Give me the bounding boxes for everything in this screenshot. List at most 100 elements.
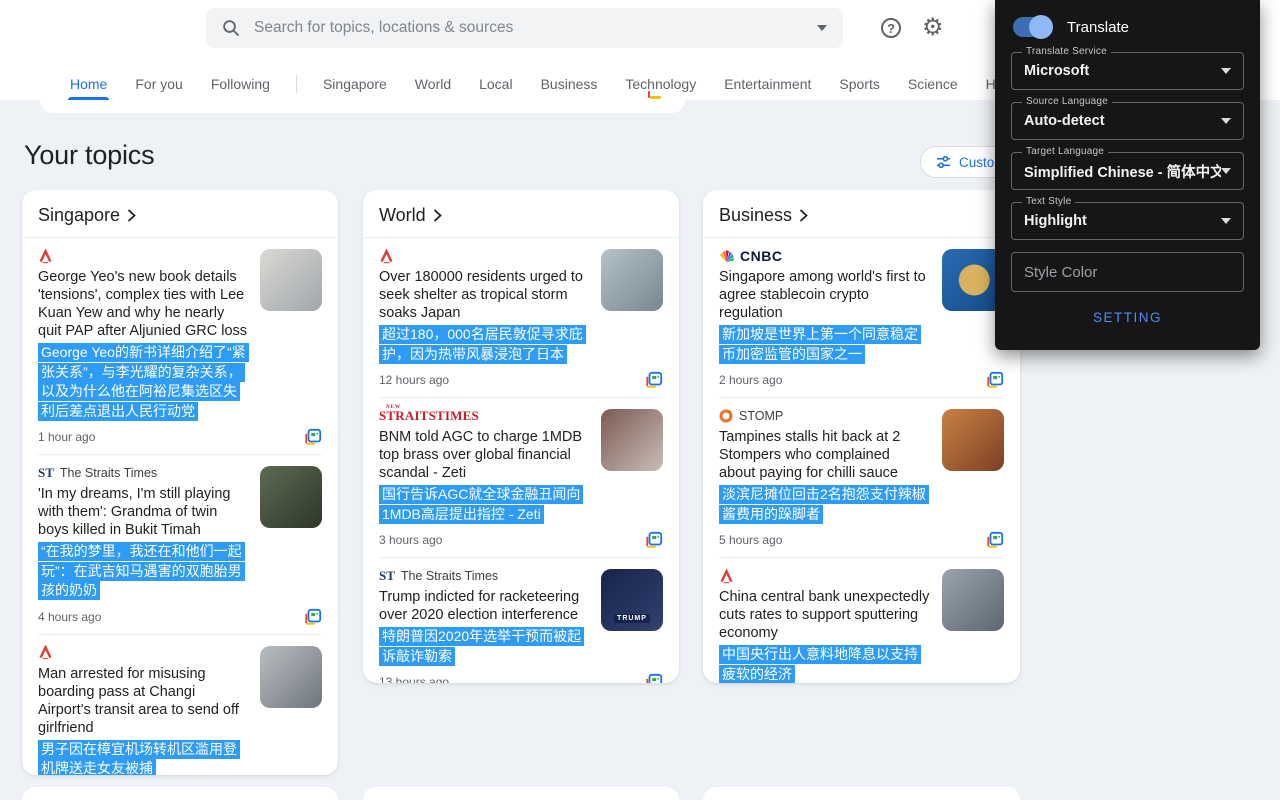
article-headline[interactable]: China central bank unexpectedly cuts rat… bbox=[719, 588, 930, 642]
article-headline[interactable]: BNM told AGC to charge 1MDB top brass ov… bbox=[379, 428, 589, 482]
field-label: Source Language bbox=[1022, 96, 1112, 107]
straits-times-logo-icon: ST bbox=[38, 465, 54, 481]
cna-logo-icon bbox=[38, 249, 53, 264]
article-translation: 特朗普因2020年选举干预而被起诉敲诈勒索 bbox=[379, 627, 589, 666]
select-translate-service[interactable]: Translate Service Microsoft bbox=[1011, 52, 1244, 90]
article-translation: George Yeo的新书详细介绍了“紧张关系”，与李光耀的复杂关系，以及为什么… bbox=[38, 343, 248, 421]
article-translation: 超过180，000名居民敦促寻求庇护，因为热带风暴浸泡了日本 bbox=[379, 325, 589, 364]
topic-header-link[interactable]: Singapore bbox=[22, 190, 338, 238]
article-source[interactable] bbox=[379, 247, 589, 265]
article-thumbnail[interactable] bbox=[942, 569, 1004, 631]
select-source-language[interactable]: Source Language Auto-detect bbox=[1011, 102, 1244, 140]
article-timestamp: 3 hours ago bbox=[379, 533, 442, 547]
article-source[interactable]: NEWSTRAITSTIMES bbox=[379, 407, 589, 425]
next-section-card-partial bbox=[22, 787, 338, 800]
article-headline[interactable]: 'In my dreams, I'm still playing with th… bbox=[38, 485, 248, 539]
tab-home[interactable]: Home bbox=[56, 70, 121, 98]
article-headline[interactable]: Tampines stalls hit back at 2 Stompers w… bbox=[719, 428, 930, 482]
article-headline[interactable]: Trump indicted for racketeering over 202… bbox=[379, 588, 589, 624]
topic-title: Business bbox=[719, 205, 792, 226]
article-source[interactable]: CNBC bbox=[719, 247, 930, 265]
article-thumbnail[interactable]: TRUMP bbox=[601, 569, 663, 631]
topic-card-world: World Over 180000 residents urged to see… bbox=[363, 190, 679, 683]
tab-sports[interactable]: Sports bbox=[825, 70, 893, 98]
article-meta: 2 hours ago bbox=[719, 370, 1004, 390]
article-headline[interactable]: Man arrested for misusing boarding pass … bbox=[38, 665, 248, 737]
tune-icon bbox=[936, 155, 951, 170]
tab-business[interactable]: Business bbox=[527, 70, 612, 98]
tab-singapore[interactable]: Singapore bbox=[309, 70, 401, 98]
style-color-input[interactable]: Style Color bbox=[1011, 252, 1244, 292]
field-value: Simplified Chinese - 简体中文 bbox=[1024, 161, 1221, 182]
full-coverage-icon[interactable] bbox=[304, 608, 322, 626]
search-icon bbox=[222, 19, 240, 37]
article-translation: 男子因在樟宜机场转机区滥用登机牌送走女友被捕 bbox=[38, 740, 248, 776]
article-thumbnail[interactable] bbox=[942, 409, 1004, 471]
chevron-right-icon bbox=[127, 209, 136, 222]
tab-entertainment[interactable]: Entertainment bbox=[710, 70, 825, 98]
tab-for-you[interactable]: For you bbox=[121, 70, 196, 98]
article-headline[interactable]: George Yeo's new book details 'tensions'… bbox=[38, 268, 248, 340]
article: CNBC Singapore among world's first to ag… bbox=[719, 238, 1004, 397]
article-translation: 中国央行出人意料地降息以支持疲软的经济 bbox=[719, 645, 930, 683]
topic-header-link[interactable]: Business bbox=[703, 190, 1020, 238]
article-source[interactable]: STOMP bbox=[719, 407, 930, 425]
article-translation: 新加坡是世界上第一个同意稳定币加密监管的国家之一 bbox=[719, 325, 930, 364]
translate-toggle[interactable] bbox=[1013, 17, 1051, 37]
full-coverage-icon[interactable] bbox=[645, 371, 663, 389]
article-thumbnail[interactable] bbox=[601, 249, 663, 311]
settings-gear-icon[interactable]: ⚙ bbox=[922, 14, 944, 42]
chevron-down-icon bbox=[1221, 168, 1231, 174]
full-coverage-icon[interactable] bbox=[304, 428, 322, 446]
search-bar[interactable] bbox=[206, 8, 843, 48]
article-timestamp: 5 hours ago bbox=[719, 533, 782, 547]
full-coverage-icon[interactable] bbox=[986, 531, 1004, 549]
search-input[interactable] bbox=[252, 18, 805, 38]
tab-local[interactable]: Local bbox=[465, 70, 526, 98]
topic-header-link[interactable]: World bbox=[363, 190, 679, 238]
article: Over 180000 residents urged to seek shel… bbox=[379, 238, 663, 397]
source-name: The Straits Times bbox=[60, 466, 157, 480]
tab-science[interactable]: Science bbox=[894, 70, 972, 98]
chevron-right-icon bbox=[433, 209, 442, 222]
article-source[interactable] bbox=[38, 247, 248, 265]
article-source[interactable]: ST The Straits Times bbox=[38, 464, 248, 482]
article-translation: 淡滨尼摊位回击2名抱怨支付辣椒酱费用的跺脚者 bbox=[719, 485, 930, 524]
source-name: CNBC bbox=[740, 248, 782, 264]
tab-world[interactable]: World bbox=[401, 70, 465, 98]
full-coverage-icon[interactable] bbox=[645, 531, 663, 549]
article-headline[interactable]: Over 180000 residents urged to seek shel… bbox=[379, 268, 589, 322]
search-dropdown-caret-icon[interactable] bbox=[817, 25, 827, 31]
new-straits-times-masthead: NEWSTRAITSTIMES bbox=[379, 408, 479, 424]
article-headline[interactable]: Singapore among world's first to agree s… bbox=[719, 268, 930, 322]
topic-card-body: George Yeo's new book details 'tensions'… bbox=[22, 238, 338, 775]
cna-logo-icon bbox=[38, 645, 53, 660]
article-translation: 国行告诉AGC就全球金融丑闻向1MDB高层提出指控 - Zeti bbox=[379, 485, 589, 524]
tab-technology[interactable]: Technology bbox=[611, 70, 710, 98]
select-target-language[interactable]: Target Language Simplified Chinese - 简体中… bbox=[1011, 152, 1244, 190]
full-coverage-icon[interactable] bbox=[645, 673, 663, 683]
google-news-page: ? ⚙ HomeFor youFollowingSingaporeWorldLo… bbox=[0, 0, 1280, 800]
article-source[interactable]: STThe Straits Times bbox=[379, 567, 589, 585]
full-coverage-icon[interactable] bbox=[986, 371, 1004, 389]
nav-tabs: HomeFor youFollowing SingaporeWorldLocalB… bbox=[56, 70, 1040, 98]
article-source[interactable] bbox=[719, 567, 930, 585]
help-icon[interactable]: ? bbox=[881, 18, 901, 38]
field-value: Auto-detect bbox=[1024, 113, 1221, 129]
article-thumbnail[interactable] bbox=[260, 249, 322, 311]
article: STOMP Tampines stalls hit back at 2 Stom… bbox=[719, 397, 1004, 557]
article-source[interactable] bbox=[38, 644, 248, 662]
topic-card-singapore: Singapore George Yeo's new book details … bbox=[22, 190, 338, 775]
tab-following[interactable]: Following bbox=[197, 70, 284, 98]
topic-card-body: CNBC Singapore among world's first to ag… bbox=[703, 238, 1020, 683]
field-label: Text Style bbox=[1022, 196, 1075, 207]
setting-link[interactable]: SETTING bbox=[995, 310, 1260, 325]
article-thumbnail[interactable] bbox=[260, 466, 322, 528]
article-timestamp: 2 hours ago bbox=[719, 373, 782, 387]
chevron-down-icon bbox=[1221, 68, 1231, 74]
article-thumbnail[interactable] bbox=[601, 409, 663, 471]
select-text-style[interactable]: Text Style Highlight bbox=[1011, 202, 1244, 240]
article-meta: 12 hours ago bbox=[379, 370, 663, 390]
thumbnail-text: TRUMP bbox=[614, 614, 650, 623]
article-thumbnail[interactable] bbox=[260, 646, 322, 708]
